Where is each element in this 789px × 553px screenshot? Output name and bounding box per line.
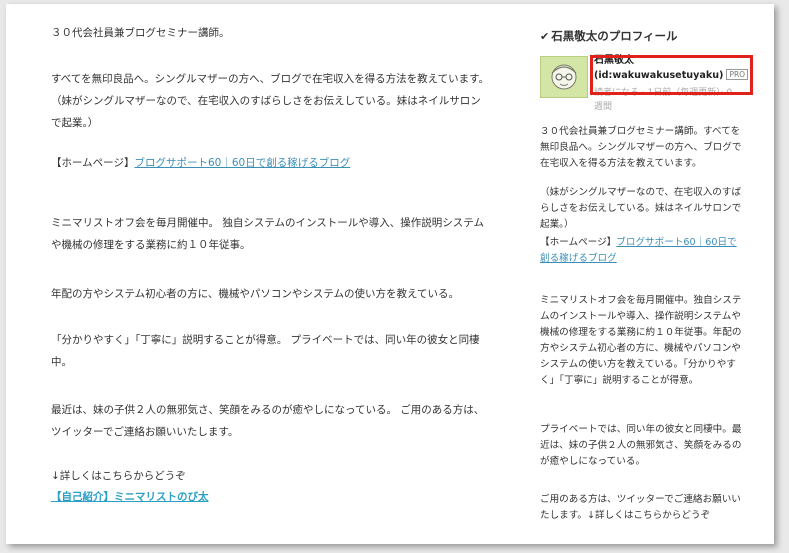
page-frame: ３０代会社員兼ブログセミナー講師。 すべてを無印良品へ。シングルマザーの方へ、ブ… xyxy=(6,4,774,544)
annotation-highlight-box xyxy=(590,55,753,95)
paragraph-offkai: ミニマリストオフ会を毎月開催中。 独自システムのインストールや導入、操作説明シス… xyxy=(51,217,484,251)
avatar[interactable] xyxy=(540,56,588,98)
paragraph-muji: すべてを無印良品へ。シングルマザーの方へ、ブログで在宅収入を得る方法を教えていま… xyxy=(51,73,490,129)
paragraph-elderly: 年配の方やシステム初心者の方に、機械やパソコンやシステムの使い方を教えている。 xyxy=(51,288,460,300)
homepage-label: 【ホームページ】 xyxy=(51,157,135,169)
paragraph-recent: 最近は、妹の子供２人の無邪気さ、笑顔をみるのが癒やしになっている。 ご用のある方… xyxy=(51,404,485,438)
intro-link-line: 【自己紹介】ミニマリストのび太 xyxy=(51,486,491,508)
intro-paragraph: ３０代会社員兼ブログセミナー講師。 xyxy=(51,27,230,39)
sidebar-paragraph-4: プライベートでは、同い年の彼女と同棲中。最近は、妹の子供２人の無邪気さ、笑顔をみ… xyxy=(540,424,742,467)
sidebar-paragraph-5: ご用のある方は、ツイッターでご連絡お願いいたします。↓詳しくはこちらからどうぞ xyxy=(540,494,741,521)
homepage-line: 【ホームページ】ブログサポート60｜60日で創る稼げるブログ xyxy=(51,152,491,174)
checkmark-icon: ✔ xyxy=(540,30,550,43)
sidebar-paragraph-2: （妹がシングルマザーなので、在宅収入のすばらしさをお伝えしている。妹はネイルサロ… xyxy=(540,187,742,230)
profile-title: ✔ 石黒敬太のプロフィール xyxy=(540,29,678,43)
homepage-link[interactable]: ブログサポート60｜60日で創る稼げるブログ xyxy=(134,157,350,169)
sidebar-homepage-label: 【ホームページ】 xyxy=(540,237,617,248)
paragraph-explain: 「分かりやすく」「丁寧に」説明することが得意。 プライベートでは、同い年の彼女と… xyxy=(51,334,480,368)
sidebar-homepage-line: 【ホームページ】ブログサポート60｜60日で創る稼げるブログ xyxy=(540,235,745,267)
sidebar-paragraph-1: ３０代会社員兼ブログセミナー講師。すべてを無印良品へ。シングルマザーの方へ、ブロ… xyxy=(540,126,742,169)
paragraph-details: ↓詳しくはこちらからどうぞ xyxy=(51,470,186,482)
face-illustration-icon xyxy=(551,64,577,90)
sidebar-paragraph-3: ミニマリストオフ会を毎月開催中。独自システムのインストールや導入、操作説明システ… xyxy=(540,295,742,386)
self-intro-link[interactable]: 【自己紹介】ミニマリストのび太 xyxy=(51,491,209,503)
